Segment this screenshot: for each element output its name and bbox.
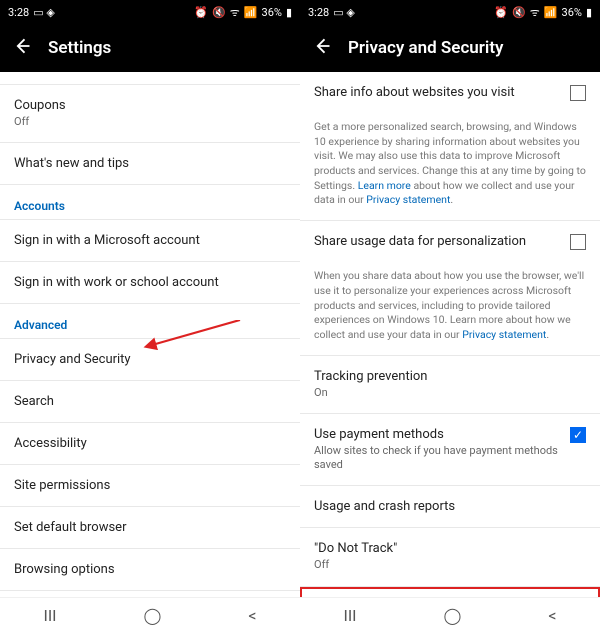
defbrowser-row[interactable]: Set default browser — [0, 507, 300, 549]
notif-icon: ▭ ◈ — [333, 6, 355, 19]
battery-icon: ▮ — [286, 6, 292, 19]
battery-text: 36% — [562, 6, 582, 19]
home-button[interactable]: ◯ — [143, 606, 161, 625]
dnt-sub: Off — [314, 558, 586, 572]
alarm-icon: ⏰ — [194, 6, 208, 19]
tracking-sub: On — [314, 386, 586, 400]
accessibility-label: Accessibility — [14, 436, 286, 451]
browsingopts-label: Browsing options — [14, 562, 286, 577]
clear-row[interactable]: Clear browsing data Clear history, cooki… — [300, 587, 600, 597]
battery-text: 36% — [262, 6, 282, 19]
back-sys-button[interactable]: < — [548, 606, 556, 625]
app-bar: Privacy and Security — [300, 24, 600, 72]
alarm-icon: ⏰ — [494, 6, 508, 19]
status-time: 3:28 — [8, 6, 29, 19]
status-bar: 3:28 ▭ ◈ ⏰ 🔇 ᯤ 📶 36% ▮ — [300, 0, 600, 24]
accounts-header: Accounts — [0, 185, 300, 220]
privacy-statement-link-2[interactable]: Privacy statement — [462, 328, 546, 341]
app-bar: Settings — [0, 24, 300, 72]
dnt-row[interactable]: "Do Not Track" Off — [300, 528, 600, 586]
recents-button[interactable]: III — [43, 606, 56, 625]
page-title: Privacy and Security — [348, 38, 503, 58]
prev-row-fragment[interactable] — [0, 72, 300, 85]
privacy-list[interactable]: Share info about websites you visit Get … — [300, 72, 600, 597]
tracking-label: Tracking prevention — [314, 369, 586, 384]
shareinfo-label: Share info about websites you visit — [314, 85, 558, 100]
search-row[interactable]: Search — [0, 381, 300, 423]
back-sys-button[interactable]: < — [248, 606, 256, 625]
coupons-label: Coupons — [14, 98, 286, 113]
privacy-label: Privacy and Security — [14, 352, 286, 367]
mute-icon: 🔇 — [512, 6, 526, 19]
shareusage-desc-t2: . — [546, 328, 549, 341]
wifi-icon: ᯤ — [530, 5, 540, 20]
whatsnew-row[interactable]: What's new and tips — [0, 143, 300, 185]
usage-label: Usage and crash reports — [314, 499, 586, 514]
signin-work-row[interactable]: Sign in with work or school account — [0, 262, 300, 304]
shareusage-checkbox[interactable] — [570, 234, 586, 250]
usage-row[interactable]: Usage and crash reports — [300, 486, 600, 528]
privacy-screen: 3:28 ▭ ◈ ⏰ 🔇 ᯤ 📶 36% ▮ Privacy and Secur… — [300, 0, 600, 633]
privacy-row[interactable]: Privacy and Security — [0, 339, 300, 381]
status-bar: 3:28 ▭ ◈ ⏰ 🔇 ᯤ 📶 36% ▮ — [0, 0, 300, 24]
shareusage-row[interactable]: Share usage data for personalization — [300, 221, 600, 263]
learn-more-link[interactable]: Learn more — [358, 179, 411, 192]
page-title: Settings — [48, 38, 111, 58]
shareusage-desc: When you share data about how you use th… — [300, 263, 600, 355]
whatsnew-label: What's new and tips — [14, 156, 286, 171]
notif-icon: ▭ ◈ — [33, 6, 55, 19]
shareinfo-desc-t3: . — [450, 193, 453, 206]
payment-label: Use payment methods — [314, 427, 558, 442]
mute-icon: 🔇 — [212, 6, 226, 19]
defbrowser-label: Set default browser — [14, 520, 286, 535]
system-navbar: III ◯ < — [300, 597, 600, 633]
back-button[interactable] — [12, 36, 32, 60]
recents-button[interactable]: III — [343, 606, 356, 625]
signin-ms-label: Sign in with a Microsoft account — [14, 233, 286, 248]
payment-checkbox[interactable]: ✓ — [570, 427, 586, 443]
coupons-row[interactable]: Coupons Off — [0, 85, 300, 143]
browsingopts-row[interactable]: Browsing options — [0, 549, 300, 591]
search-label: Search — [14, 394, 286, 409]
wifi-icon: ᯤ — [230, 5, 240, 20]
shareinfo-checkbox[interactable] — [570, 85, 586, 101]
dnt-label: "Do Not Track" — [314, 541, 586, 556]
signal-icon: 📶 — [544, 6, 558, 19]
siteperm-row[interactable]: Site permissions — [0, 465, 300, 507]
advanced-header: Advanced — [0, 304, 300, 339]
payment-sub: Allow sites to check if you have payment… — [314, 444, 558, 473]
siteperm-label: Site permissions — [14, 478, 286, 493]
signal-icon: 📶 — [244, 6, 258, 19]
privacy-statement-link[interactable]: Privacy statement — [366, 193, 450, 206]
signin-ms-row[interactable]: Sign in with a Microsoft account — [0, 220, 300, 262]
payment-row[interactable]: Use payment methods Allow sites to check… — [300, 414, 600, 487]
shareinfo-row[interactable]: Share info about websites you visit — [300, 72, 600, 114]
home-button[interactable]: ◯ — [443, 606, 461, 625]
accessibility-row[interactable]: Accessibility — [0, 423, 300, 465]
settings-screen: 3:28 ▭ ◈ ⏰ 🔇 ᯤ 📶 36% ▮ Settings Coupons … — [0, 0, 300, 633]
tracking-row[interactable]: Tracking prevention On — [300, 356, 600, 414]
settings-list[interactable]: Coupons Off What's new and tips Accounts… — [0, 72, 300, 597]
shareinfo-desc: Get a more personalized search, browsing… — [300, 114, 600, 221]
signin-work-label: Sign in with work or school account — [14, 275, 286, 290]
battery-icon: ▮ — [586, 6, 592, 19]
coupons-sub: Off — [14, 115, 286, 129]
shareusage-label: Share usage data for personalization — [314, 234, 558, 249]
status-time: 3:28 — [308, 6, 329, 19]
system-navbar: III ◯ < — [0, 597, 300, 633]
back-button[interactable] — [312, 36, 332, 60]
